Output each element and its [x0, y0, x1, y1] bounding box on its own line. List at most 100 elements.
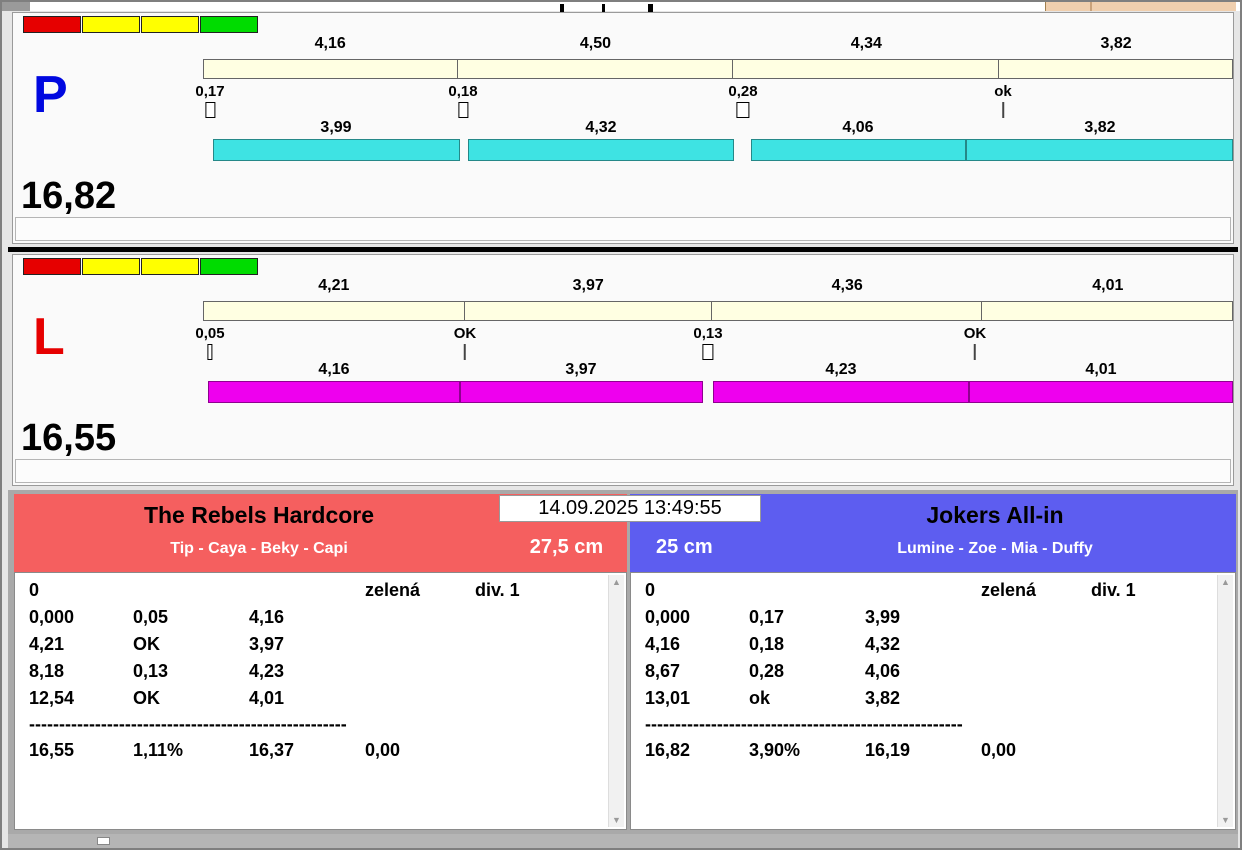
split-segment	[204, 302, 466, 320]
traffic-yellow-light-icon	[82, 258, 140, 275]
result-separator: ----------------------------------------…	[29, 714, 347, 734]
change-fault-marker-icon	[736, 102, 750, 118]
traffic-green-light-icon	[200, 258, 258, 275]
result-cell: 3,82	[865, 688, 901, 708]
run-time-label: 3,99	[320, 119, 352, 136]
result-cell	[365, 604, 475, 631]
team-dogs: Lumine - Zoe - Mia - Duffy	[897, 540, 1093, 557]
team-dogs: Tip - Caya - Beky - Capi	[170, 540, 348, 557]
jump-height-badge: 25 cm	[656, 536, 713, 558]
result-cell	[1091, 604, 1235, 631]
scroll-up-icon[interactable]: ▲	[1218, 576, 1233, 588]
result-cell: 16,19	[865, 740, 911, 760]
result-cell	[365, 631, 475, 658]
split-times-row: 4,16 4,50 4,34 3,82	[203, 35, 1233, 55]
result-cell: 0,13	[133, 661, 169, 681]
result-row: 4,21 OK 3,97	[29, 631, 626, 658]
result-cell	[981, 604, 1091, 631]
run-time-label: 4,01	[1085, 361, 1117, 378]
change-times-row: 0,17 0,18 0,28 ok	[195, 83, 1233, 123]
result-cell: 4,06	[865, 661, 901, 681]
vertical-scrollbar[interactable]: ▲ ▼	[608, 575, 624, 827]
change-times-row: 0,05 OK 0,13 OK	[195, 325, 1233, 365]
vertical-scrollbar[interactable]: ▲ ▼	[1217, 575, 1233, 827]
result-cell: 3,90%	[749, 740, 801, 760]
split-segment	[458, 60, 734, 78]
run-times-row: 3,99 4,32 4,06 3,82	[203, 119, 1233, 137]
result-row: 12,54 OK 4,01	[29, 685, 626, 712]
result-row: 0 zelená div. 1	[645, 577, 1235, 604]
result-cell	[1091, 631, 1235, 658]
result-cell	[981, 631, 1091, 658]
change-fault-marker-icon	[457, 102, 468, 118]
dog-run-bar	[969, 381, 1233, 403]
result-cell	[475, 685, 626, 712]
result-cell: ok	[749, 688, 771, 708]
traffic-red-light-icon	[23, 258, 81, 275]
result-cell	[865, 577, 981, 604]
change-time-label: 0,13	[693, 325, 723, 342]
result-cell: div. 1	[1091, 580, 1136, 600]
split-time-label: 4,36	[831, 277, 863, 294]
change-time: 0,13	[693, 325, 723, 360]
result-sheet-left: 0 zelená div. 1 0,000 0,05 4,16 4,21 OK …	[14, 572, 627, 830]
lane-panel-p: P 4,16 4,50 4,34 3,82 0,17 0,18 0,28 ok …	[12, 12, 1234, 244]
scroll-down-icon[interactable]: ▼	[609, 814, 624, 826]
dog-run-bar	[213, 139, 460, 161]
change-time-label: 0,17	[195, 83, 225, 100]
split-segment	[712, 302, 983, 320]
result-cell	[749, 577, 865, 604]
change-time: 0,05	[195, 325, 225, 360]
result-cell: 4,16	[249, 607, 285, 627]
split-time-label: 4,21	[318, 277, 350, 294]
result-cell	[365, 658, 475, 685]
change-time-label: OK	[453, 325, 477, 342]
lane-total-time: 16,82	[21, 175, 117, 217]
result-cell: 0	[29, 580, 40, 600]
result-cell: 0,17	[749, 607, 785, 627]
dog-run-bar	[713, 381, 969, 403]
result-cell	[1091, 658, 1235, 685]
traffic-yellow-light-icon	[82, 16, 140, 33]
result-cell: 8,18	[29, 661, 65, 681]
start-traffic-light	[23, 16, 258, 33]
run-time-label: 4,32	[585, 119, 617, 136]
lane-status-strip	[15, 217, 1231, 241]
scroll-up-icon[interactable]: ▲	[609, 576, 624, 588]
result-cell: 8,67	[645, 661, 681, 681]
result-cell: 1,11%	[133, 740, 184, 760]
result-cell: div. 1	[475, 580, 520, 600]
split-time-label: 4,34	[850, 35, 882, 52]
split-segment	[465, 302, 712, 320]
result-cell	[475, 631, 626, 658]
result-row: 0 zelená div. 1	[29, 577, 626, 604]
change-time: 0,17	[195, 83, 225, 118]
dog-run-bar	[966, 139, 1233, 161]
result-cell: 4,16	[645, 634, 681, 654]
dog-run-bar	[208, 381, 460, 403]
traffic-yellow-light-icon	[141, 258, 199, 275]
background-window-fragment	[1045, 2, 1236, 11]
bottom-status-strip	[8, 834, 1238, 848]
result-cell: 16,82	[645, 740, 691, 760]
scroll-down-icon[interactable]: ▼	[1218, 814, 1233, 826]
split-time-label: 4,50	[579, 35, 611, 52]
result-row: 4,16 0,18 4,32	[645, 631, 1235, 658]
result-cell	[475, 604, 626, 631]
traffic-green-light-icon	[200, 16, 258, 33]
lane-divider	[8, 247, 1238, 252]
result-row: 13,01 ok 3,82	[645, 685, 1235, 712]
change-time: ok	[994, 83, 1012, 118]
change-fault-marker-icon	[207, 344, 213, 360]
split-segment	[204, 60, 458, 78]
change-time-label: 0,18	[448, 83, 478, 100]
change-time-label: OK	[963, 325, 987, 342]
change-time: OK	[963, 325, 987, 360]
split-time-label: 3,97	[572, 277, 604, 294]
run-time-label: 3,97	[565, 361, 597, 378]
result-cell	[475, 737, 626, 764]
result-cell: 4,21	[29, 634, 65, 654]
run-times-row: 4,16 3,97 4,23 4,01	[203, 361, 1233, 379]
traffic-yellow-light-icon	[141, 16, 199, 33]
team-name: The Rebels Hardcore	[143, 502, 375, 528]
